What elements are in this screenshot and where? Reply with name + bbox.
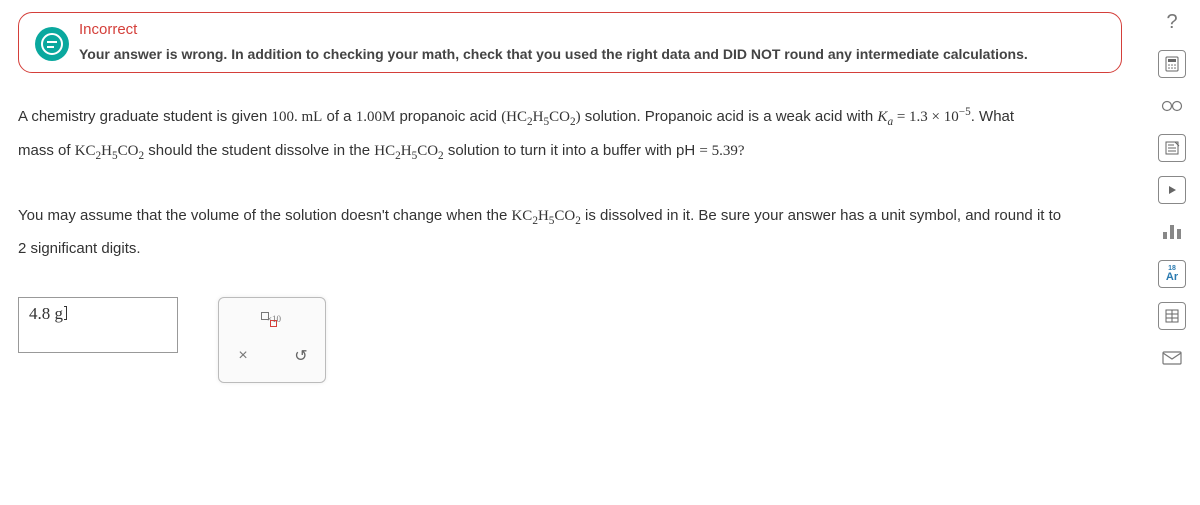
q-text: A chemistry graduate student is given — [18, 108, 271, 125]
question-mark-icon: ? — [1166, 11, 1177, 34]
periodic-table-button[interactable]: 18 Ar — [1158, 260, 1186, 288]
ka-exp: −5 — [959, 106, 971, 118]
bar-chart-icon — [1162, 224, 1182, 240]
q-text: . What — [971, 108, 1014, 125]
q-volume: 100. mL — [271, 109, 322, 125]
right-toolbar: ? 18 Ar — [1152, 8, 1192, 372]
reading-mode-button[interactable] — [1158, 92, 1186, 120]
ka-symbol: Ka = 1.3 × 10−5 — [877, 109, 970, 125]
calculator-icon — [1164, 56, 1180, 72]
ka-val: = 1.3 × 10 — [893, 109, 959, 125]
acid-formula: (HC2H5CO2) — [501, 109, 580, 125]
question-text: A chemistry graduate student is given 10… — [18, 101, 1122, 265]
notes-button[interactable] — [1158, 134, 1186, 162]
text-cursor — [64, 306, 67, 320]
q-text: 2 significant digits. — [18, 240, 141, 257]
play-icon — [1165, 184, 1179, 196]
q-text: propanoic acid — [395, 108, 501, 125]
feedback-message: Your answer is wrong. In addition to che… — [79, 46, 1103, 62]
feedback-panel: Incorrect Your answer is wrong. In addit… — [18, 12, 1122, 73]
close-icon: × — [238, 347, 247, 365]
undo-button[interactable]: ↺ — [287, 342, 315, 370]
element-symbol: Ar — [1166, 272, 1178, 283]
undo-icon: ↺ — [294, 346, 307, 366]
q-text: solution. Propanoic acid is a weak acid … — [581, 108, 878, 125]
answer-input[interactable]: 4.8 g — [18, 297, 178, 353]
acid-formula-2: HC2H5CO2 — [374, 143, 443, 159]
answer-value: 4.8 g — [29, 304, 63, 323]
data-table-button[interactable] — [1158, 302, 1186, 330]
q-concentration: 1.00M — [356, 109, 396, 125]
salt-formula: KC2H5CO2 — [75, 143, 144, 159]
salt-formula-2: KC2H5CO2 — [511, 208, 580, 224]
notes-icon — [1164, 140, 1180, 156]
stats-button[interactable] — [1158, 218, 1186, 246]
q-text: You may assume that the volume of the so… — [18, 207, 511, 224]
q-text: should the student dissolve in the — [144, 142, 374, 159]
video-button[interactable] — [1158, 176, 1186, 204]
email-button[interactable] — [1158, 344, 1186, 372]
sci-notation-icon: ×10 — [258, 309, 286, 339]
feedback-icon — [35, 27, 69, 61]
glasses-icon — [1161, 100, 1183, 112]
ka-k: K — [877, 109, 887, 125]
feedback-title: Incorrect — [79, 21, 1103, 38]
q-text: is dissolved in it. Be sure your answer … — [581, 207, 1061, 224]
help-button[interactable]: ? — [1158, 8, 1186, 36]
formula-part: (HC — [501, 109, 527, 125]
table-icon — [1164, 308, 1180, 324]
envelope-icon — [1162, 351, 1182, 365]
calculator-button[interactable] — [1158, 50, 1186, 78]
scientific-notation-button[interactable]: ×10 — [258, 310, 286, 338]
q-text: solution to turn it into a buffer with p… — [444, 142, 700, 159]
q-text: mass of — [18, 142, 75, 159]
answer-tools-panel: ×10 × ↺ — [218, 297, 326, 383]
formula-part: KC — [75, 143, 96, 159]
clear-button[interactable]: × — [229, 342, 257, 370]
q-text: of a — [322, 108, 355, 125]
ph-value: = 5.39? — [699, 143, 744, 159]
